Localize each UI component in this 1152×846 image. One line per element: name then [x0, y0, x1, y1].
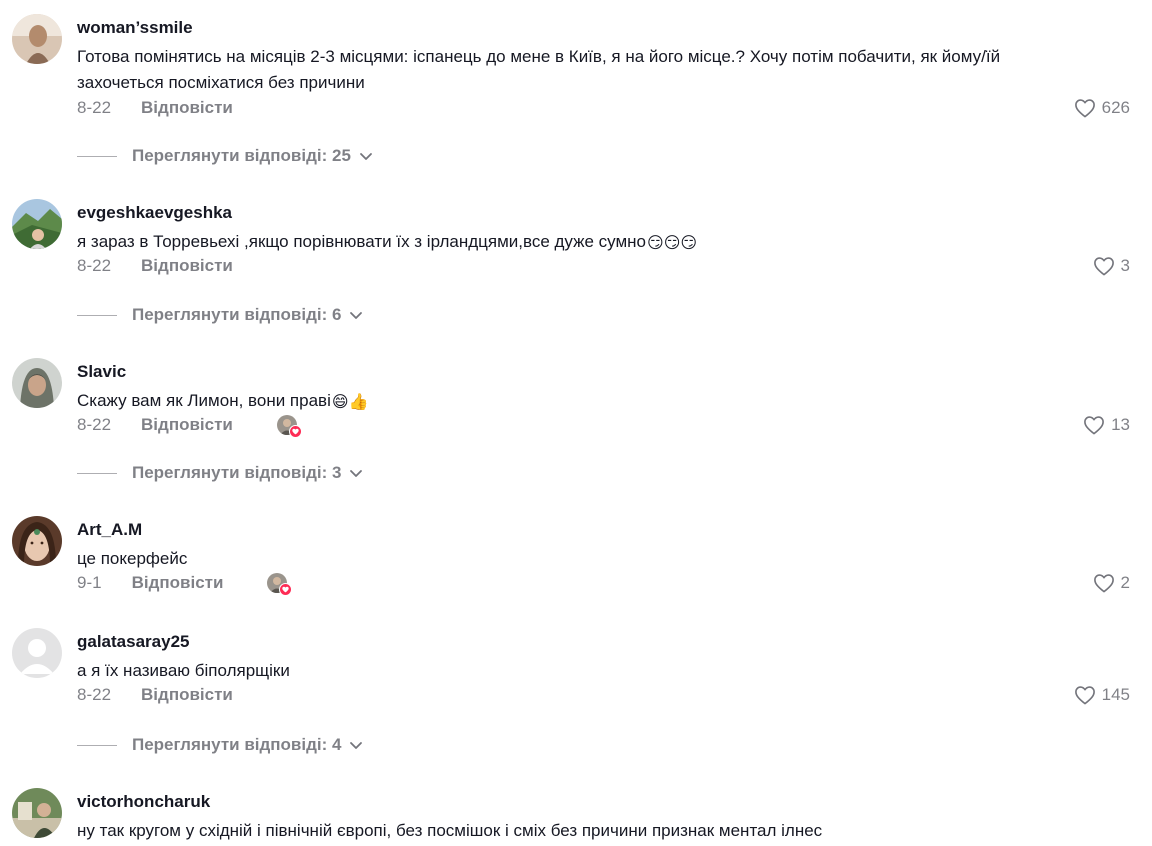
view-replies-label: Переглянути відповіді:: [132, 463, 333, 482]
chevron-down-icon: [350, 742, 363, 749]
comment-meta: 8-22 Відповісти: [77, 255, 233, 277]
user-avatar[interactable]: [12, 516, 62, 566]
creator-liked-badge: [267, 573, 293, 596]
replies-count: 4: [332, 735, 342, 754]
heart-filled-icon: [288, 425, 302, 438]
like-button[interactable]: 626: [1074, 97, 1130, 119]
heart-outline-icon: [1074, 99, 1095, 118]
comment-text: я зараз в Торревьехі ,якщо порівнювати ї…: [77, 229, 1077, 255]
like-button[interactable]: 145: [1074, 684, 1130, 706]
user-avatar[interactable]: [12, 358, 62, 408]
reply-button[interactable]: Відповісти: [132, 573, 224, 593]
chevron-down-icon: [360, 153, 372, 160]
like-button[interactable]: 2: [1093, 572, 1130, 594]
replies-count: 25: [332, 146, 351, 165]
comment-text: Готова помінятись на місяців 2-3 місцями…: [77, 44, 1077, 96]
comment-username[interactable]: woman’ssmile: [77, 18, 193, 38]
comment-meta: 8-22 Відповісти: [77, 414, 302, 438]
comment-text-body: я зараз в Торревьехі ,якщо порівнювати ї…: [77, 232, 647, 251]
comment-text: а я їх називаю біполярщіки: [77, 658, 1077, 684]
heart-outline-icon: [1074, 686, 1095, 705]
comment-text-body: Готова помінятись на місяців 2-3 місцями…: [77, 47, 1001, 92]
reply-button[interactable]: Відповісти: [141, 685, 233, 705]
chevron-down-icon: [350, 312, 363, 319]
comment-text-body: Скажу вам як Лимон, вони праві: [77, 391, 331, 410]
like-count: 2: [1120, 573, 1130, 592]
view-replies-button[interactable]: Переглянути відповіді: 3: [77, 462, 363, 484]
user-avatar[interactable]: [12, 199, 62, 249]
comment-date: 8-22: [77, 415, 112, 434]
like-count: 3: [1120, 256, 1130, 275]
comment-emoji: 😏😏😏: [647, 233, 698, 252]
comment-username[interactable]: Slavic: [77, 362, 126, 382]
comment-emoji: 😄👍: [331, 392, 369, 411]
heart-outline-icon: [1084, 416, 1104, 435]
user-avatar[interactable]: [12, 14, 62, 64]
comment-meta: 8-22 Відповісти: [77, 684, 233, 706]
like-count: 13: [1111, 415, 1130, 434]
comment-username[interactable]: galatasaray25: [77, 632, 189, 652]
view-replies-label: Переглянути відповіді:: [132, 305, 333, 324]
comment-text: ну так кругом у східній і північній євро…: [77, 818, 1077, 844]
comment-list: woman’ssmile Готова помінятись на місяці…: [0, 0, 1152, 846]
comment-date: 8-22: [77, 685, 112, 704]
comment-text: Скажу вам як Лимон, вони праві😄👍: [77, 388, 1077, 414]
comment-date: 9-1: [77, 573, 102, 592]
comment-username[interactable]: victorhoncharuk: [77, 792, 210, 812]
reply-button[interactable]: Відповісти: [141, 256, 233, 276]
replies-count: 6: [332, 305, 342, 324]
chevron-down-icon: [350, 470, 363, 477]
replies-count: 3: [332, 463, 342, 482]
heart-outline-icon: [1093, 574, 1114, 593]
comment-username[interactable]: Art_A.M: [77, 520, 142, 540]
view-replies-label: Переглянути відповіді:: [132, 735, 333, 754]
like-count: 145: [1101, 685, 1130, 704]
creator-liked-badge: [276, 415, 302, 438]
comment-text: це покерфейс: [77, 546, 1077, 572]
comment-text-body: а я їх називаю біполярщіки: [77, 661, 290, 680]
heart-outline-icon: [1093, 257, 1114, 276]
view-replies-label: Переглянути відповіді:: [132, 146, 333, 165]
replies-divider: [77, 155, 117, 157]
user-avatar[interactable]: [12, 788, 62, 838]
comment-text-body: ну так кругом у східній і північній євро…: [77, 821, 823, 840]
comment-meta: 8-22 Відповісти: [77, 97, 233, 119]
comment-meta: 9-1 Відповісти: [77, 572, 293, 596]
comment-username[interactable]: evgeshkaevgeshka: [77, 203, 232, 223]
replies-divider: [77, 472, 117, 474]
view-replies-button[interactable]: Переглянути відповіді: 4: [77, 734, 363, 756]
view-replies-button[interactable]: Переглянути відповіді: 6: [77, 304, 363, 326]
reply-button[interactable]: Відповісти: [141, 415, 233, 435]
like-count: 626: [1101, 98, 1130, 117]
user-avatar[interactable]: [12, 628, 62, 678]
comment-date: 8-22: [77, 98, 112, 117]
reply-button[interactable]: Відповісти: [141, 98, 233, 118]
like-button[interactable]: 13: [1083, 414, 1130, 436]
replies-divider: [77, 314, 117, 316]
like-button[interactable]: 3: [1093, 255, 1130, 277]
view-replies-button[interactable]: Переглянути відповіді: 25: [77, 145, 373, 167]
comment-text-body: це покерфейс: [77, 549, 188, 568]
replies-divider: [77, 744, 117, 746]
heart-filled-icon: [279, 583, 293, 596]
comment-date: 8-22: [77, 256, 112, 275]
